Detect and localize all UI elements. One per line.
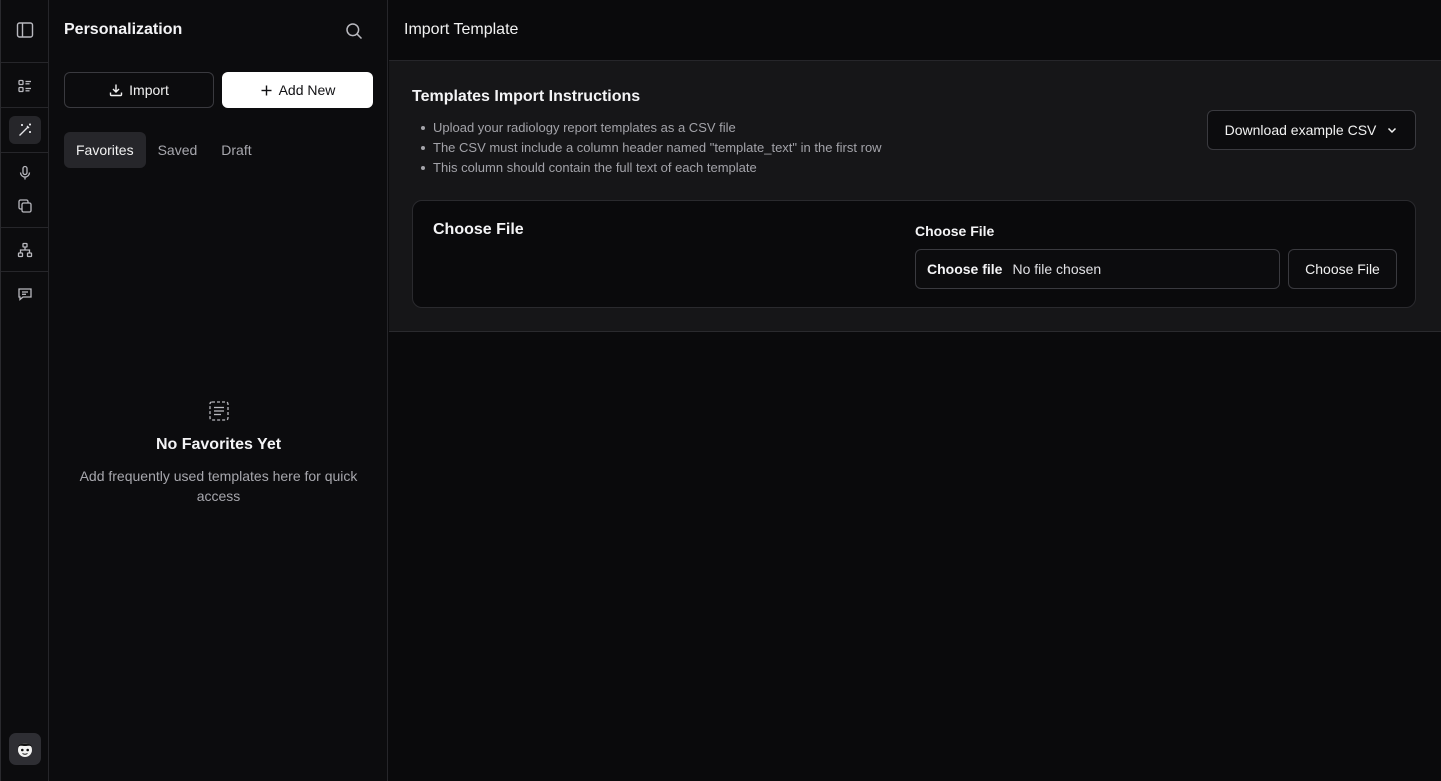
choose-file-card: Choose File Choose File Choose file No f… [412,200,1416,308]
sidebar-toggle-icon[interactable] [9,16,41,44]
magic-wand-icon[interactable] [9,116,41,144]
avatar-icon[interactable] [9,733,41,765]
list-item: Upload your radiology report templates a… [419,118,882,138]
template-tabs: Favorites Saved Draft [64,132,264,168]
sitemap-icon[interactable] [9,236,41,264]
sidebar-title: Personalization [64,21,183,38]
microphone-icon[interactable] [9,159,41,187]
download-button-label: Download example CSV [1224,122,1377,138]
add-new-button[interactable]: Add New [222,72,373,108]
rail-divider [1,227,49,228]
list-item: The CSV must include a column header nam… [419,138,882,158]
download-example-csv-button[interactable]: Download example CSV [1207,110,1416,150]
rail-divider [1,271,49,272]
import-panel: Templates Import Instructions Upload you… [389,61,1441,332]
tab-favorites[interactable]: Favorites [64,132,146,168]
copy-icon[interactable] [9,192,41,220]
import-button[interactable]: Import [64,72,214,108]
page-title: Import Template [404,21,519,38]
icon-rail [0,0,49,781]
tab-draft[interactable]: Draft [209,132,263,168]
instructions-heading: Templates Import Instructions [412,88,641,105]
import-button-label: Import [129,82,169,98]
rail-divider [1,107,49,108]
personalization-sidebar: Personalization Import Add New Favorites… [49,0,388,781]
file-input-button[interactable]: Choose file [927,261,1002,277]
empty-state: No Favorites Yet Add frequently used tem… [64,400,373,506]
plus-icon [261,85,272,95]
rail-divider [1,152,49,153]
empty-state-title: No Favorites Yet [155,436,282,453]
file-input[interactable]: Choose file No file chosen [915,249,1280,289]
instructions-list: Upload your radiology report templates a… [419,118,882,178]
file-input-status: No file chosen [1012,261,1102,277]
message-icon[interactable] [9,280,41,308]
list-item: This column should contain the full text… [419,158,882,178]
file-field-label: Choose File [915,223,995,239]
empty-state-description: Add frequently used templates here for q… [79,468,358,504]
download-icon [109,84,123,97]
app-window: Personalization Import Add New Favorites… [0,0,1441,781]
chevron-down-icon [1388,127,1397,134]
search-icon[interactable] [343,20,365,42]
rail-divider [1,62,49,63]
main-content: Import Template Templates Import Instruc… [389,0,1441,781]
file-card-title: Choose File [433,221,524,238]
list-icon[interactable] [9,72,41,100]
main-header: Import Template [389,0,1441,61]
add-new-button-label: Add New [278,82,336,98]
dashed-list-icon [64,400,373,424]
tab-saved[interactable]: Saved [146,132,210,168]
choose-file-button[interactable]: Choose File [1288,249,1397,289]
